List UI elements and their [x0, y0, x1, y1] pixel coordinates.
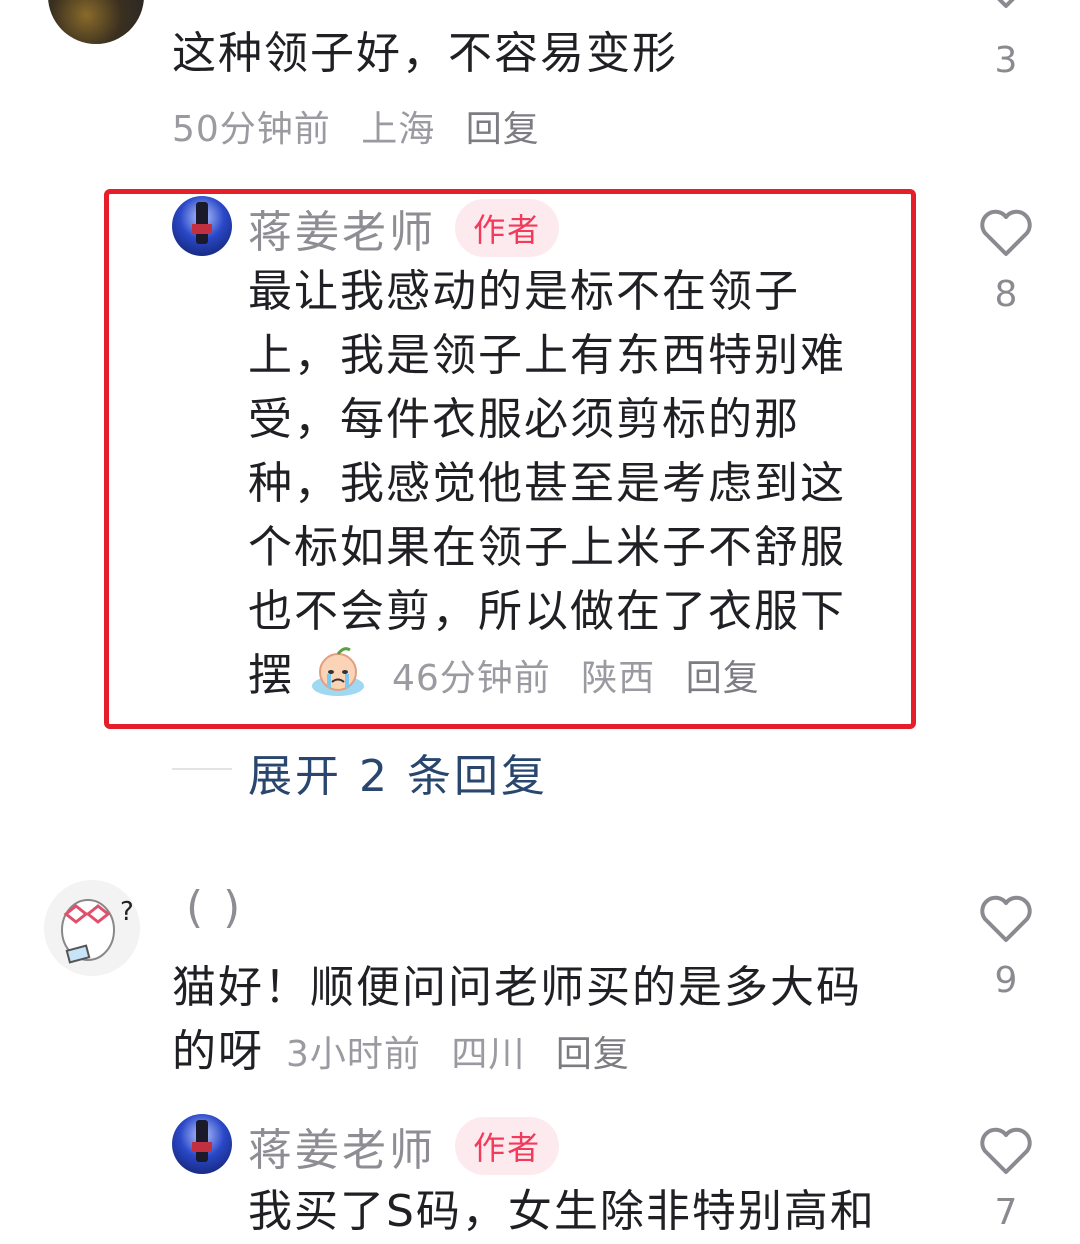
author-badge: 作者: [455, 199, 560, 257]
comment-1-meta: 50分钟前 上海 回复: [172, 100, 558, 152]
expand-divider: [172, 768, 232, 770]
comment-4-like-count: 7: [994, 1192, 1018, 1233]
svg-text:?: ?: [120, 897, 134, 927]
heart-icon[interactable]: [978, 0, 1034, 10]
avatar-author[interactable]: [172, 196, 232, 256]
comment-2-line: 个标如果在领子上米子不舒服: [248, 522, 846, 573]
comment-2-like-count: 8: [994, 274, 1018, 315]
comment-1-location: 上海: [361, 109, 436, 150]
comment-2-header: 蒋姜老师 作者: [248, 196, 560, 260]
comment-3-location: 四川: [451, 1034, 526, 1075]
comment-3-reply-button[interactable]: 回复: [556, 1034, 630, 1075]
heart-icon[interactable]: [978, 894, 1034, 944]
expand-replies-button[interactable]: 展开 2 条回复: [248, 740, 548, 804]
comment-4-text: 我买了S码，女生除非特别高和: [248, 1186, 876, 1237]
comment-3-line: 猫好！顺便问问老师买的是多大码: [172, 962, 862, 1013]
heart-icon[interactable]: [978, 208, 1034, 258]
comment-2-line: 也不会剪，所以做在了衣服下: [248, 586, 846, 637]
comment-2-author-name[interactable]: 蒋姜老师: [248, 207, 436, 258]
comment-2-meta: 46分钟前 陕西 回复: [392, 658, 778, 699]
heart-icon[interactable]: [978, 1126, 1034, 1176]
comment-4-author-name[interactable]: 蒋姜老师: [248, 1125, 436, 1176]
comment-2-line: 上，我是领子上有东西特别难: [248, 330, 846, 381]
comment-1-like-count: 3: [994, 40, 1018, 81]
comment-1-time: 50分钟前: [172, 109, 331, 150]
comment-2-location: 陕西: [581, 658, 656, 699]
comment-2-like[interactable]: 8: [976, 208, 1036, 315]
avatar-commenter-3[interactable]: ?: [44, 880, 140, 976]
comment-2-line: 最让我感动的是标不在领子: [248, 266, 800, 317]
comment-3-meta: 3小时前 四川 回复: [286, 1034, 648, 1075]
comment-4-like[interactable]: 7: [976, 1126, 1036, 1233]
comment-2-text: 最让我感动的是标不在领子 上，我是领子上有东西特别难 受，每件衣服必须剪标的那 …: [248, 260, 898, 711]
comment-4-header: 蒋姜老师 作者: [248, 1114, 560, 1178]
crying-face-emoji-icon: [312, 647, 364, 696]
comment-3-text: 猫好！顺便问问老师买的是多大码 的呀 3小时前 四川 回复: [172, 956, 932, 1087]
comment-3-like-count: 9: [994, 960, 1018, 1001]
comment-1-text: 这种领子好，不容易变形: [172, 28, 678, 79]
comment-3-time: 3小时前: [286, 1034, 421, 1075]
comment-3-like[interactable]: 9: [976, 894, 1036, 1001]
comment-3-line: 的呀: [172, 1026, 264, 1077]
avatar-author[interactable]: [172, 1114, 232, 1174]
comment-1-like[interactable]: 3: [976, 0, 1036, 81]
avatar-commenter-1[interactable]: [48, 0, 144, 44]
comment-1-reply-button[interactable]: 回复: [466, 109, 540, 150]
comment-2-line: 种，我感觉他甚至是考虑到这: [248, 458, 846, 509]
cartoon-avatar-icon: ?: [61, 897, 134, 964]
author-badge: 作者: [455, 1117, 560, 1175]
comment-2-time: 46分钟前: [392, 658, 551, 699]
comment-2-reply-button[interactable]: 回复: [686, 658, 760, 699]
comment-3-author-name[interactable]: ( ): [186, 882, 243, 933]
comment-2-line: 受，每件衣服必须剪标的那: [248, 394, 800, 445]
comment-2-line: 摆: [248, 650, 294, 701]
